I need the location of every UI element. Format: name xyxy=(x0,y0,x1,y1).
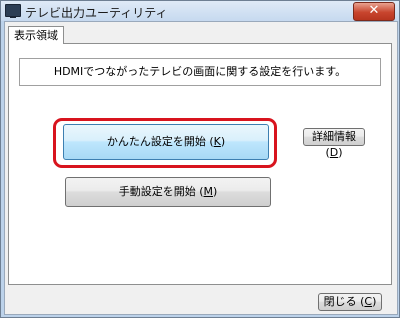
easy-setup-label: かんたん設定を開始 ( xyxy=(106,135,214,148)
manual-setup-mnemonic: M xyxy=(203,185,214,198)
close-button[interactable]: 閉じる (C) xyxy=(318,293,382,311)
close-mnemonic: C xyxy=(364,295,373,308)
client-area: 表示領域 HDMIでつながったテレビの画面に関する設定を行います。 かんたん設定… xyxy=(4,21,398,315)
manual-setup-label-end: ) xyxy=(213,185,218,198)
app-window: テレビ出力ユーティリティ ✕ 表示領域 HDMIでつながったテレビの画面に関する… xyxy=(0,0,400,318)
tab-display-area[interactable]: 表示領域 xyxy=(8,26,64,44)
manual-setup-button[interactable]: 手動設定を開始 (M) xyxy=(65,177,271,207)
easy-setup-label-end: ) xyxy=(220,135,226,148)
details-label-end: ) xyxy=(338,146,343,159)
tab-panel: HDMIでつながったテレビの画面に関する設定を行います。 かんたん設定を開始 (… xyxy=(8,43,392,285)
details-mnemonic: D xyxy=(329,146,339,159)
close-label-end: ) xyxy=(372,295,377,308)
window-close-button[interactable]: ✕ xyxy=(353,2,395,21)
window-title: テレビ出力ユーティリティ xyxy=(25,6,168,20)
easy-setup-mnemonic: K xyxy=(213,135,221,148)
manual-setup-label: 手動設定を開始 ( xyxy=(118,185,204,198)
easy-setup-button[interactable]: かんたん設定を開始 (K) xyxy=(63,124,269,160)
title-bar[interactable]: テレビ出力ユーティリティ ✕ xyxy=(1,1,399,21)
info-text-box: HDMIでつながったテレビの画面に関する設定を行います。 xyxy=(19,58,381,86)
details-button[interactable]: 詳細情報(D) xyxy=(303,128,365,159)
monitor-icon xyxy=(5,4,21,18)
close-label: 閉じる ( xyxy=(323,295,365,308)
